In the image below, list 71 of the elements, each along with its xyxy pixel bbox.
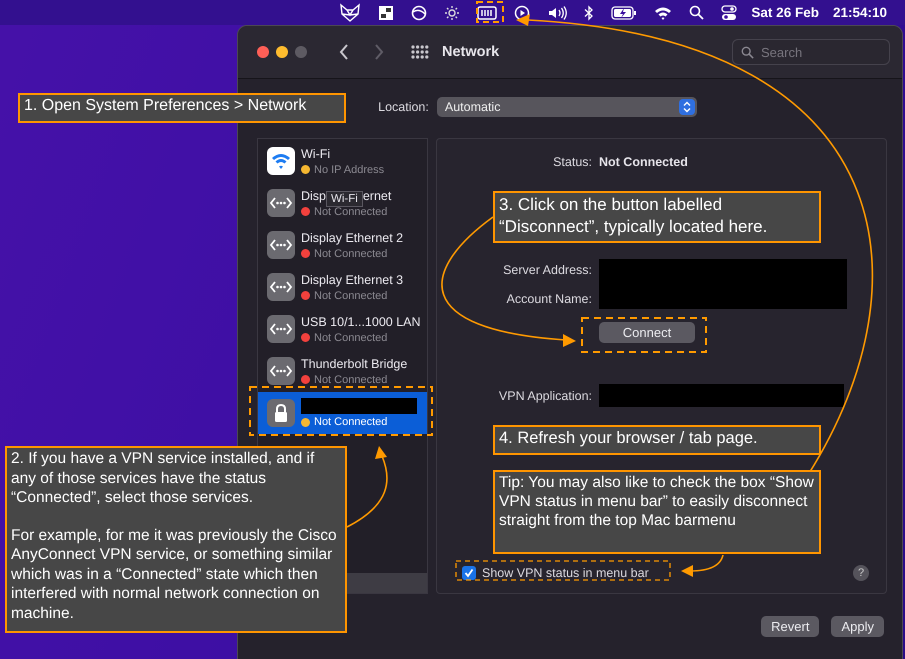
ethernet-icon <box>267 231 295 259</box>
status-label: Status: <box>552 155 592 169</box>
service-status: Not Connected <box>314 416 388 428</box>
window-title: Network <box>442 44 500 60</box>
fox-logo-icon[interactable] <box>339 2 362 22</box>
ethernet-icon <box>267 357 295 385</box>
window-grid-icon[interactable] <box>378 4 394 20</box>
service-status: No IP Address <box>314 164 384 176</box>
service-item[interactable]: Thunderbolt Bridge Not Connected <box>258 350 427 392</box>
service-status: Not Connected <box>314 374 388 386</box>
callout-text: 4. Refresh your browser / tab page. <box>499 428 759 449</box>
service-name: Wi-Fi <box>301 147 330 161</box>
service-item[interactable]: USB 10/1...1000 LAN Not Connected <box>258 308 427 350</box>
volume-icon[interactable] <box>547 4 568 20</box>
search-icon[interactable] <box>689 5 704 20</box>
search-field[interactable]: Search <box>732 39 890 65</box>
service-item[interactable]: Display Ethernet 3 Not Connected <box>258 266 427 308</box>
battery-charging-icon[interactable] <box>611 6 638 20</box>
service-status: Not Connected <box>314 248 388 260</box>
search-icon <box>741 46 754 59</box>
play-icon[interactable] <box>514 4 530 20</box>
callout-text: 1. Open System Preferences > Network <box>24 96 308 116</box>
service-name: Display Ethernet 3 <box>301 273 404 287</box>
server-address-label: Server Address: <box>503 262 592 276</box>
wifi-icon[interactable] <box>654 6 672 20</box>
location-dropdown[interactable]: Automatic <box>436 97 697 117</box>
stepper-icon <box>678 99 695 115</box>
status-value: Not Connected <box>599 155 688 169</box>
callout-text: Tip: You may also like to check the box “Show VPN status in menu bar” to easily disconnect straight from the top Mac barmenu <box>499 473 815 530</box>
menu-bar-clock[interactable]: 21:54:10 <box>832 5 887 20</box>
lock-icon <box>267 399 295 427</box>
back-icon[interactable] <box>339 44 349 60</box>
connect-button[interactable]: Connect <box>599 322 695 343</box>
show-vpn-status-checkbox[interactable]: Show VPN status in menu bar <box>462 566 649 580</box>
help-button[interactable]: ? <box>853 565 869 581</box>
service-name: Thunderbolt Bridge <box>301 357 408 371</box>
service-status: Not Connected <box>314 290 388 302</box>
account-name-label: Account Name: <box>506 292 592 306</box>
bluetooth-icon[interactable] <box>584 4 594 20</box>
service-item[interactable]: Wi-Fi No IP Address <box>258 140 427 182</box>
revert-button[interactable]: Revert <box>761 616 820 637</box>
service-name: ernet <box>362 189 392 203</box>
circle-icon[interactable] <box>411 4 428 20</box>
checkbox[interactable] <box>462 566 476 580</box>
dashed-highlight <box>476 1 504 23</box>
ethernet-icon <box>267 315 295 343</box>
callout-text: For example, for me it was previously the Cisco AnyConnect VPN service, or something similar which was in a “Connected” state which then interfered with normal network connection on machine. <box>11 526 338 623</box>
callout-text: 2. If you have a VPN service installed, and if any of those services have the status “Connected”, select those services. <box>11 449 316 508</box>
location-label: Location: <box>378 100 429 114</box>
minimize-button[interactable] <box>276 46 288 58</box>
callout-text: 3. Click on the button labelled “Disconnect”, typically located here. <box>499 194 768 238</box>
tooltip: Wi-Fi <box>326 191 363 207</box>
checkmark-icon <box>464 568 474 578</box>
service-status: Not Connected <box>314 206 388 218</box>
service-item[interactable]: Not Connected <box>258 392 427 434</box>
service-name: Disp <box>301 189 326 203</box>
service-item[interactable]: Disp Wi-Fi ernet Not Connected <box>258 182 427 224</box>
control-center-icon[interactable] <box>721 4 738 20</box>
ethernet-icon <box>267 273 295 301</box>
service-status: Not Connected <box>314 332 388 344</box>
ethernet-icon <box>267 189 295 217</box>
service-item[interactable]: Display Ethernet 2 Not Connected <box>258 224 427 266</box>
close-button[interactable] <box>257 46 269 58</box>
vpn-application-label: VPN Application: <box>498 388 592 402</box>
apply-button[interactable]: Apply <box>831 616 884 637</box>
menu-bar-date[interactable]: Sat 26 Feb <box>751 5 819 20</box>
show-all-icon[interactable] <box>411 45 429 59</box>
wifi-icon <box>267 147 295 175</box>
service-name: Display Ethernet 2 <box>301 231 404 245</box>
brightness-icon[interactable] <box>444 4 460 20</box>
service-name: USB 10/1...1000 LAN <box>301 315 421 329</box>
